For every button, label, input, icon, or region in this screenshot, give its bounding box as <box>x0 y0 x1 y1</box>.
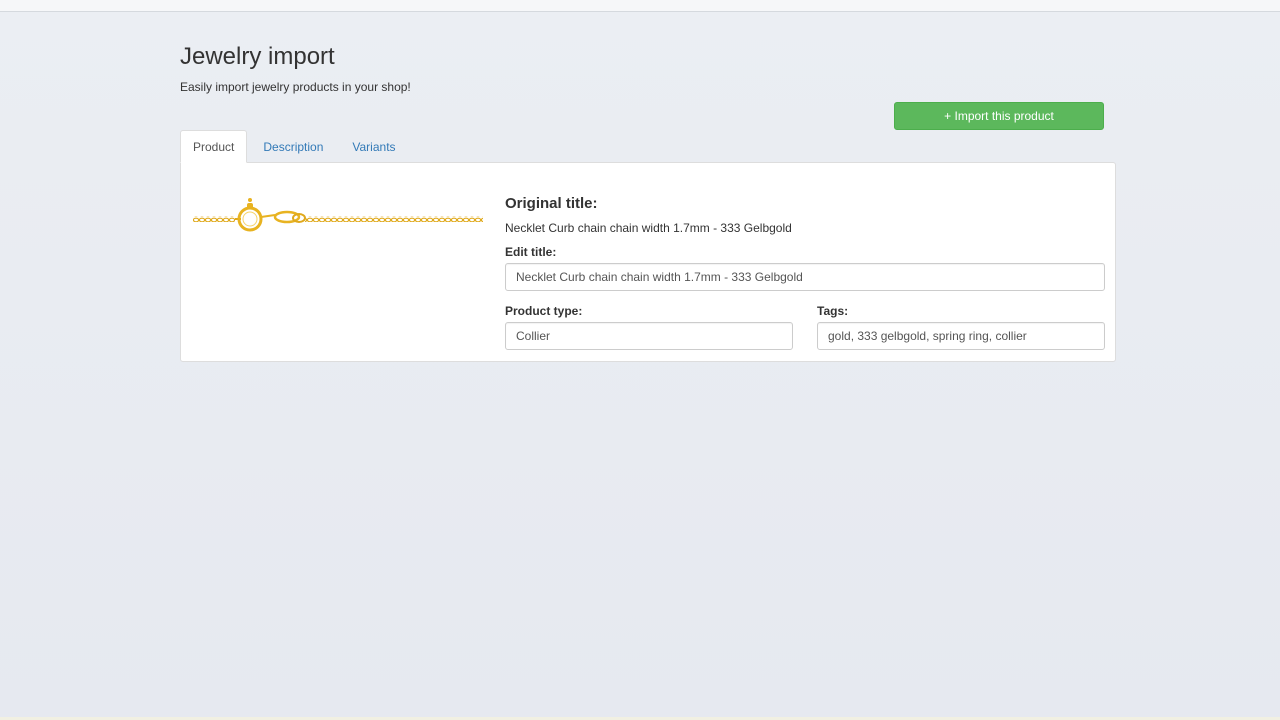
product-image <box>193 193 483 243</box>
import-product-button[interactable]: + Import this product <box>894 102 1104 130</box>
edit-title-input[interactable] <box>505 263 1105 291</box>
page-subtitle: Easily import jewelry products in your s… <box>180 80 411 94</box>
page-title: Jewelry import <box>180 43 335 70</box>
original-title-heading: Original title: <box>505 195 598 212</box>
tab-product[interactable]: Product <box>180 130 248 163</box>
gold-chain-icon <box>193 198 483 232</box>
product-type-input[interactable] <box>505 322 793 350</box>
tab-bar: Product Description Variants <box>180 130 412 163</box>
product-type-label: Product type: <box>505 304 583 318</box>
edit-title-label: Edit title: <box>505 245 557 259</box>
tags-input[interactable] <box>817 322 1105 350</box>
product-panel: Original title: Necklet Curb chain chain… <box>180 162 1116 362</box>
top-bar <box>0 0 1280 12</box>
tab-description[interactable]: Description <box>250 130 336 163</box>
tags-label: Tags: <box>817 304 849 318</box>
tab-variants[interactable]: Variants <box>339 130 408 163</box>
original-title-value: Necklet Curb chain chain width 1.7mm - 3… <box>505 221 792 235</box>
